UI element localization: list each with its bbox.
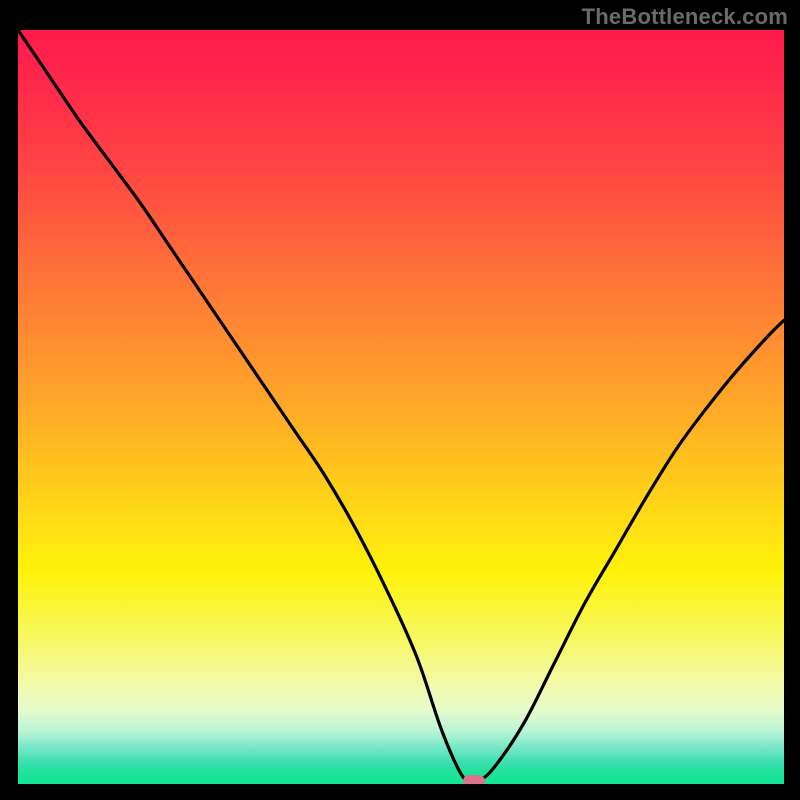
bottleneck-curve-path: [18, 30, 784, 782]
minimum-marker: [463, 775, 485, 784]
watermark-text: TheBottleneck.com: [582, 4, 788, 30]
curve-layer: [18, 30, 784, 784]
chart-frame: TheBottleneck.com: [0, 0, 800, 800]
plot-area: [18, 30, 784, 784]
